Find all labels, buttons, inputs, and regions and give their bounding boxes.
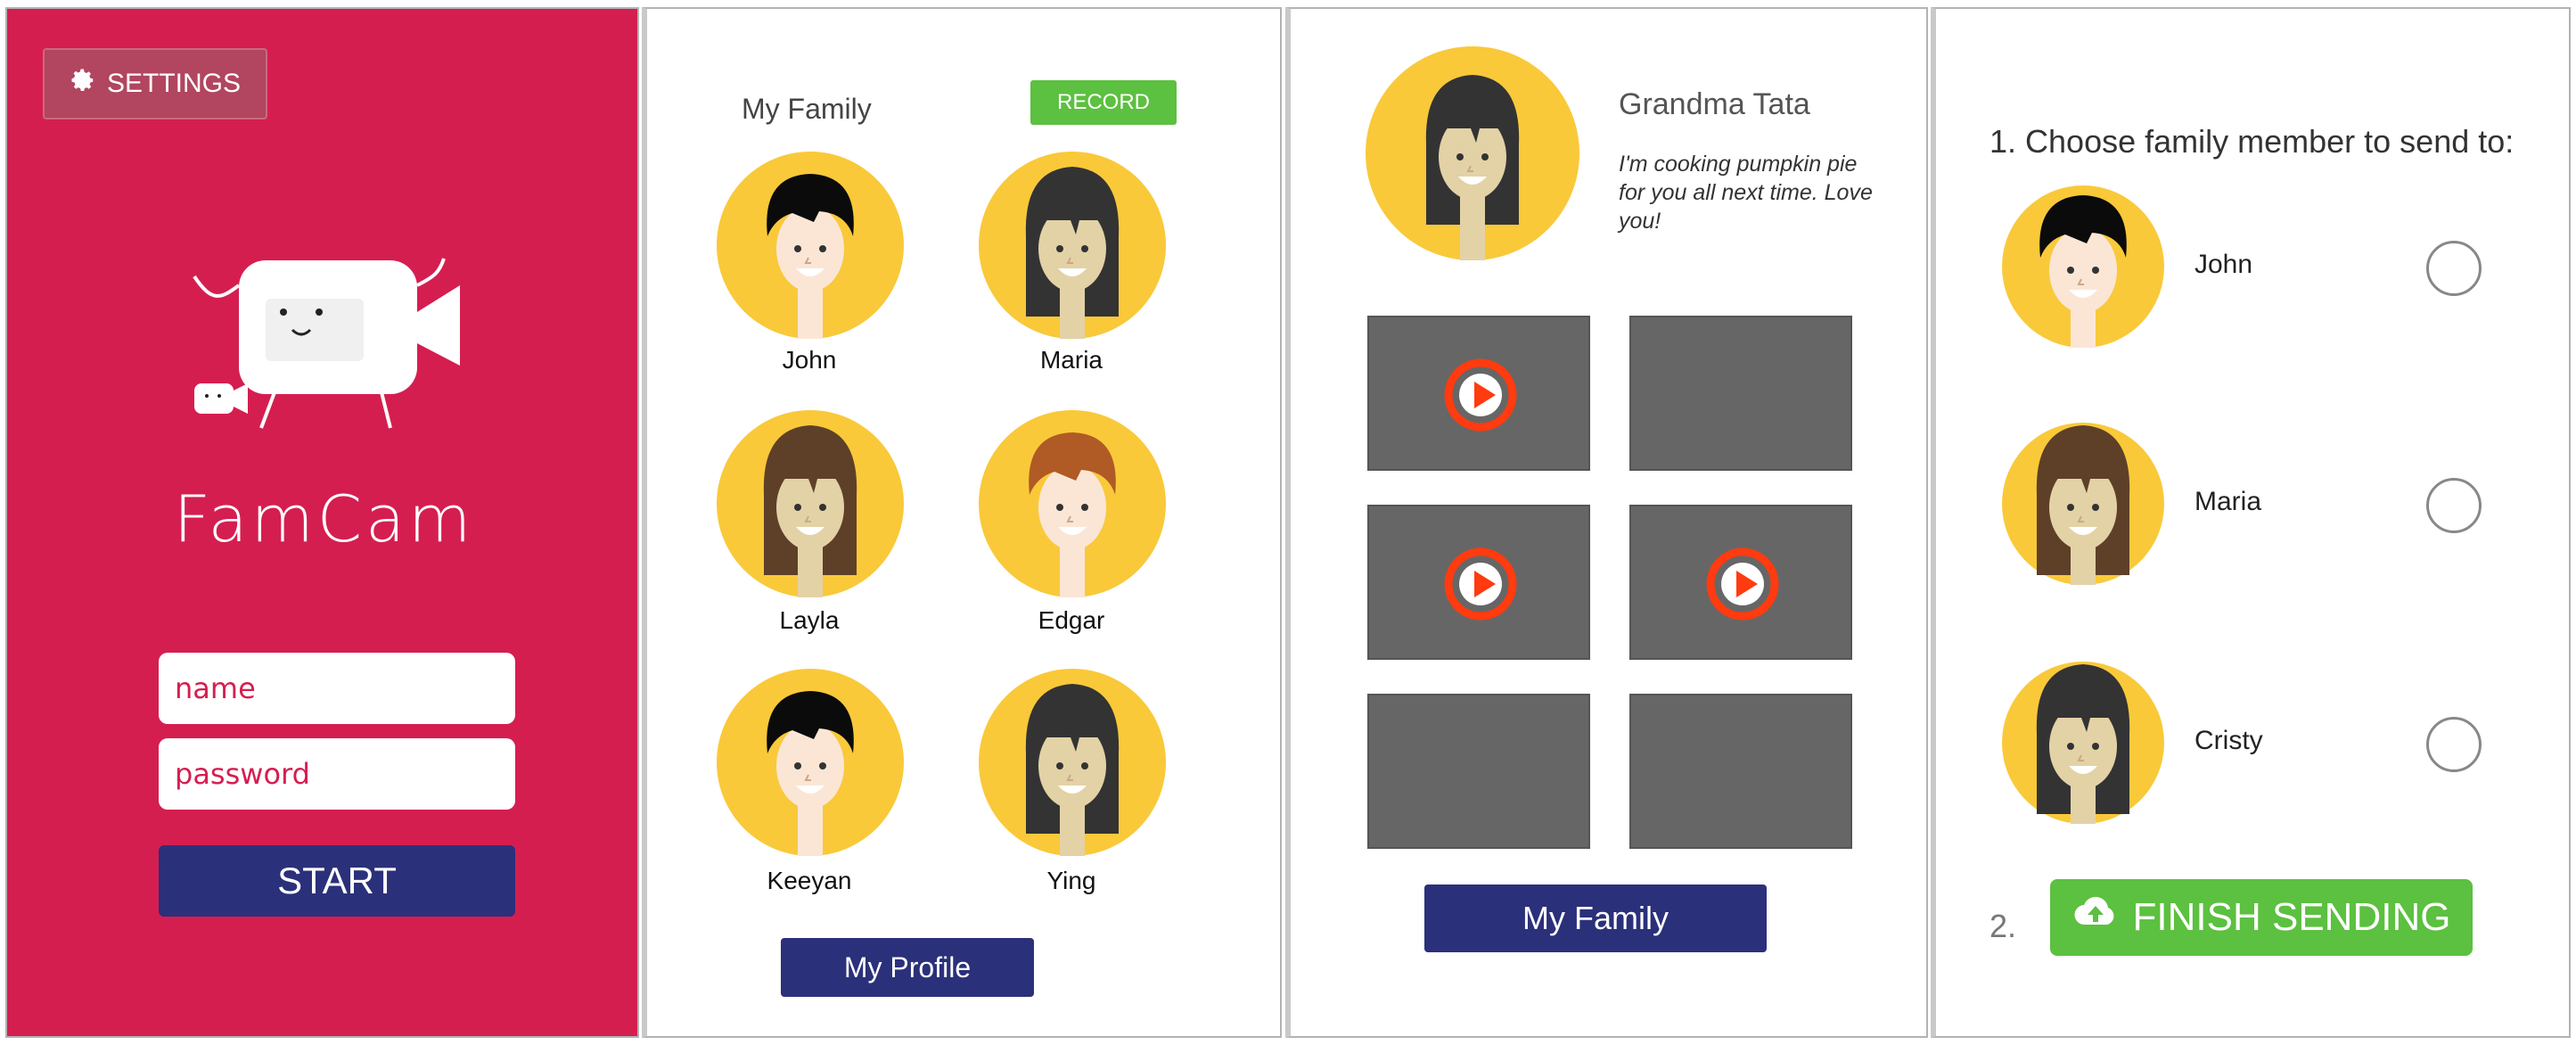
recipient-radio-john[interactable] [2426, 241, 2482, 296]
profile-message: I'm cooking pumpkin pie for you all next… [1619, 152, 1873, 234]
page-title: My Family [742, 93, 872, 125]
recipient-avatar-john [2002, 185, 2164, 352]
recipient-radio-cristy[interactable] [2426, 717, 2482, 772]
member-name: Maria [1039, 346, 1103, 374]
start-button[interactable]: START [159, 845, 515, 917]
profile-name: Grandma Tata [1619, 87, 1810, 121]
settings-label: SETTINGS [106, 69, 241, 98]
camera-mascot-icon [176, 250, 480, 437]
finish-sending-label: FINISH SENDING [2132, 895, 2451, 939]
name-input[interactable] [159, 653, 515, 724]
profile-screen: Grandma Tata I'm cooking pumpkin pie for… [1285, 7, 1928, 1038]
member-avatar-layla[interactable] [717, 410, 904, 602]
settings-button[interactable]: SETTINGS [43, 48, 267, 119]
video-thumbnail[interactable] [1629, 505, 1852, 660]
recipient-avatar-maria [2002, 423, 2164, 589]
recipient-avatar-cristy [2002, 662, 2164, 828]
my-profile-button[interactable]: My Profile [781, 938, 1034, 997]
member-name: Layla [779, 606, 840, 634]
avatar [1366, 46, 1579, 265]
recipient-radio-maria[interactable] [2426, 478, 2482, 533]
play-icon[interactable] [1442, 546, 1519, 622]
video-thumbnail[interactable] [1629, 694, 1852, 849]
recipient-name: Maria [2195, 487, 2262, 516]
member-avatar-keeyan[interactable] [717, 669, 904, 860]
step-2-label: 2. [1989, 908, 2017, 944]
screen: SETTINGS FamCam START [0, 0, 2576, 1045]
member-name: Keeyan [767, 867, 852, 894]
video-thumbnail[interactable] [1629, 316, 1852, 471]
video-thumbnail[interactable] [1367, 505, 1590, 660]
cloud-upload-icon [2072, 895, 2119, 941]
play-icon[interactable] [1442, 357, 1519, 433]
recipient-name: John [2195, 250, 2253, 279]
member-name: Edgar [1038, 606, 1105, 634]
finish-sending-button[interactable]: FINISH SENDING [2050, 879, 2473, 956]
gear-icon [70, 67, 96, 101]
member-avatar-ying[interactable] [979, 669, 1166, 860]
send-screen: 1. Choose family member to send to: John… [1931, 7, 2571, 1038]
member-avatar-john[interactable] [717, 152, 904, 343]
step-1-title: 1. Choose family member to send to: [1989, 123, 2514, 160]
video-thumbnail[interactable] [1367, 694, 1590, 849]
member-avatar-maria[interactable] [979, 152, 1166, 343]
password-input[interactable] [159, 738, 515, 810]
video-thumbnail[interactable] [1367, 316, 1590, 471]
family-screen: My Family RECORD John Maria Layla Edgar … [642, 7, 1282, 1038]
member-name: Ying [1046, 867, 1096, 894]
login-screen: SETTINGS FamCam START [5, 7, 639, 1038]
record-button[interactable]: RECORD [1030, 80, 1177, 125]
recipient-name: Cristy [2195, 726, 2263, 755]
member-name: John [782, 346, 837, 374]
play-icon[interactable] [1704, 546, 1781, 622]
member-avatar-edgar[interactable] [979, 410, 1166, 602]
my-family-button[interactable]: My Family [1424, 885, 1767, 952]
app-title: FamCam [173, 481, 475, 556]
